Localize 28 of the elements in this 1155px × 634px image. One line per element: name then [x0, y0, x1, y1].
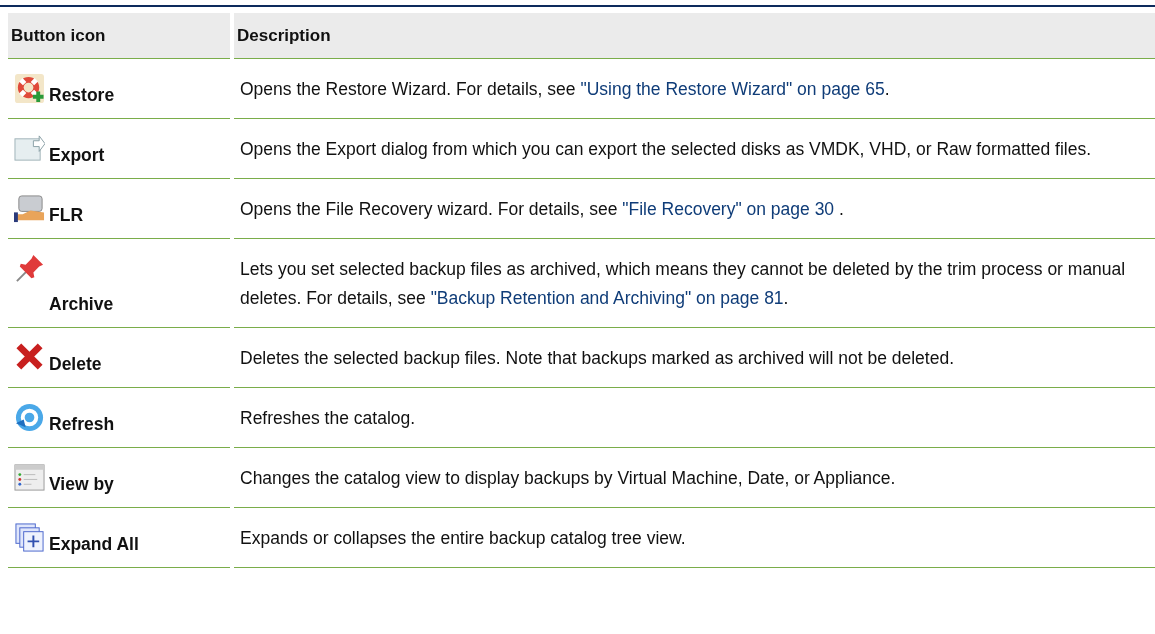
button-label: Restore: [49, 85, 115, 106]
page-link[interactable]: "Backup Retention and Archiving" on page 81: [430, 288, 784, 308]
button-label: Export: [49, 145, 105, 166]
description-text: Lets you set selected backup files as archived, which means they cannot be deleted by the trim process or manual deletes. For details, see "Backup Retention and Archiving" on page 81.: [240, 258, 1127, 310]
description-text: Opens the Restore Wizard. For details, see "Using the Restore Wizard" on page 65.: [240, 78, 891, 101]
button-label: Delete: [49, 354, 102, 375]
lifebuoy-icon: [14, 73, 45, 104]
button-label: FLR: [49, 205, 84, 226]
pushpin-icon: [14, 253, 45, 284]
button-label: Expand All: [49, 534, 139, 555]
description-text: Deletes the selected backup files. Note that backups marked as archived will not be deleted.: [240, 347, 955, 370]
refresh-icon: [14, 402, 45, 433]
button-label: Refresh: [49, 414, 115, 435]
column-header: Description: [234, 13, 1155, 59]
list-view-icon: [14, 462, 45, 493]
description-text: Expands or collapses the entire backup catalog tree view.: [240, 527, 687, 550]
export-icon: [14, 133, 45, 164]
button-label: Archive: [49, 294, 114, 315]
description-text: Changes the catalog view to display backups by Virtual Machine, Date, or Appliance.: [240, 467, 897, 490]
column-header: Button icon: [8, 13, 230, 59]
page-link[interactable]: "File Recovery" on page 30: [622, 199, 835, 219]
page-link[interactable]: "Using the Restore Wizard" on page 65: [580, 79, 885, 99]
hard-drive-hand-icon: [14, 193, 45, 224]
description-text: Opens the File Recovery wizard. For details, see "File Recovery" on page 30 .: [240, 198, 845, 221]
button-label: View by: [49, 474, 114, 495]
expand-icon: [14, 522, 45, 553]
description-text: Refreshes the catalog.: [240, 407, 417, 430]
description-text: Opens the Export dialog from which you can export the selected disks as VMDK, VHD, or Raw formatted files.: [240, 138, 1093, 161]
